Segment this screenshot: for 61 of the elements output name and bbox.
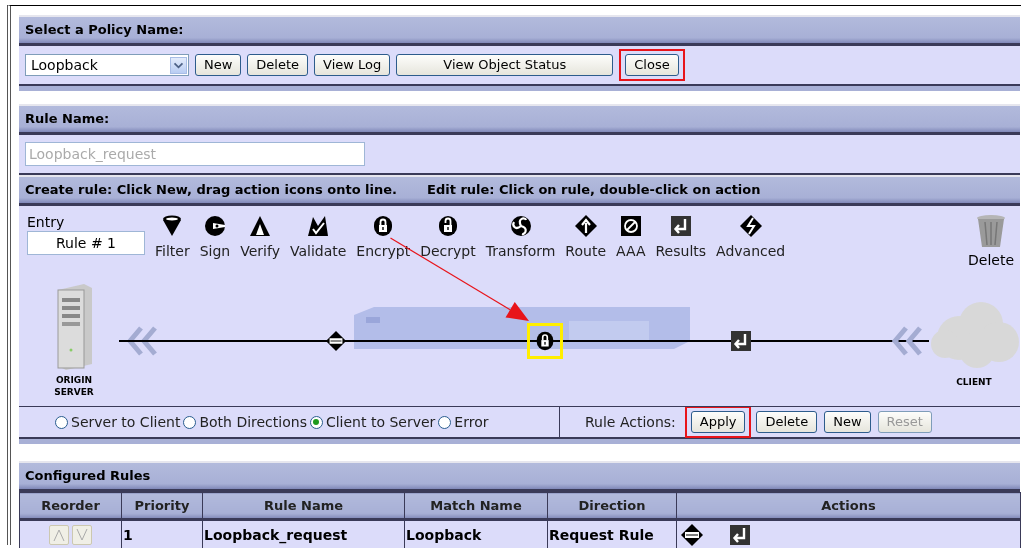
action-tool[interactable]: Transform xyxy=(480,214,561,259)
rule-action[interactable] xyxy=(728,328,754,354)
server-label: ORIGIN SERVER xyxy=(53,374,95,398)
direction-radio[interactable]: Client to Server xyxy=(309,414,436,430)
column-header: Match Name xyxy=(404,492,548,520)
up-caret-icon xyxy=(52,528,66,542)
action-tool[interactable]: Results xyxy=(650,214,712,259)
verify-icon xyxy=(248,214,273,238)
rule-action-button[interactable]: Apply xyxy=(690,411,746,433)
toolbar-button[interactable]: View Object Status xyxy=(396,54,614,76)
table-cell: Request Rule xyxy=(547,519,677,548)
section-header: Configured Rules xyxy=(19,461,1020,492)
column-header: Priority xyxy=(121,492,203,520)
table-cell: Loopback_request xyxy=(202,519,405,548)
instruction-text: Edit rule: Click on rule, double-click on action xyxy=(427,181,761,199)
column-header: Reorder xyxy=(19,492,122,520)
trash-can-icon xyxy=(976,214,1006,248)
action-tool[interactable]: Route xyxy=(560,214,611,259)
policy-dropdown[interactable]: Loopback xyxy=(25,54,189,76)
rule-action-button[interactable]: Delete xyxy=(756,411,818,433)
entry-field[interactable]: Rule # 1 xyxy=(27,231,145,255)
toolbar-button[interactable]: Close xyxy=(625,54,679,76)
entry-label: Entry xyxy=(27,214,66,230)
diamond-icon xyxy=(325,330,347,352)
section-header: Select a Policy Name: xyxy=(19,15,1020,46)
table-cell: Loopback xyxy=(404,519,548,548)
action-tool[interactable]: Advanced xyxy=(711,214,791,259)
chevron-icon xyxy=(127,326,159,356)
action-tool[interactable]: Sign xyxy=(194,214,236,259)
direction-radio[interactable]: Error xyxy=(438,414,489,430)
direction-radio[interactable]: Both Directions xyxy=(183,414,307,430)
column-header: Rule Name xyxy=(202,492,405,520)
action-tool[interactable]: Validate xyxy=(284,214,352,259)
direction-radio[interactable]: Server to Client xyxy=(55,414,181,430)
action-tool[interactable]: AAA xyxy=(611,214,651,259)
sign-icon xyxy=(202,214,227,238)
table-cell: 1 xyxy=(121,519,203,548)
chevron-icon xyxy=(892,326,924,356)
section-header: Rule Name: xyxy=(19,104,1020,135)
validate-icon xyxy=(306,214,331,238)
delete-tool[interactable]: Delete xyxy=(968,214,1014,268)
action-tool[interactable]: Encrypt xyxy=(351,214,416,259)
toolbar-button[interactable]: Delete xyxy=(247,54,309,76)
action-tool[interactable]: Verify xyxy=(235,214,285,259)
diamond-icon xyxy=(680,523,704,547)
action-tool[interactable]: Filter xyxy=(150,214,195,259)
toolbar-button[interactable]: New xyxy=(195,54,242,76)
swirl-icon xyxy=(508,214,533,238)
down-caret-icon xyxy=(75,528,89,542)
route-icon xyxy=(573,214,598,238)
action-tool[interactable]: Decrypt xyxy=(415,214,481,259)
instruction-text: Create rule: Click New, drag action icons onto line. xyxy=(25,181,397,199)
lightning-icon xyxy=(738,214,763,238)
column-header: Actions xyxy=(676,492,1021,520)
column-header: Direction xyxy=(547,492,677,520)
rule-actions-label: Rule Actions: xyxy=(585,414,676,430)
rule-action-button[interactable]: New xyxy=(824,411,871,433)
client-label: CLIENT xyxy=(955,377,993,387)
selection-frame[interactable] xyxy=(527,323,563,359)
prohibit-icon xyxy=(618,214,643,238)
toolbar-button[interactable]: View Log xyxy=(314,54,391,76)
